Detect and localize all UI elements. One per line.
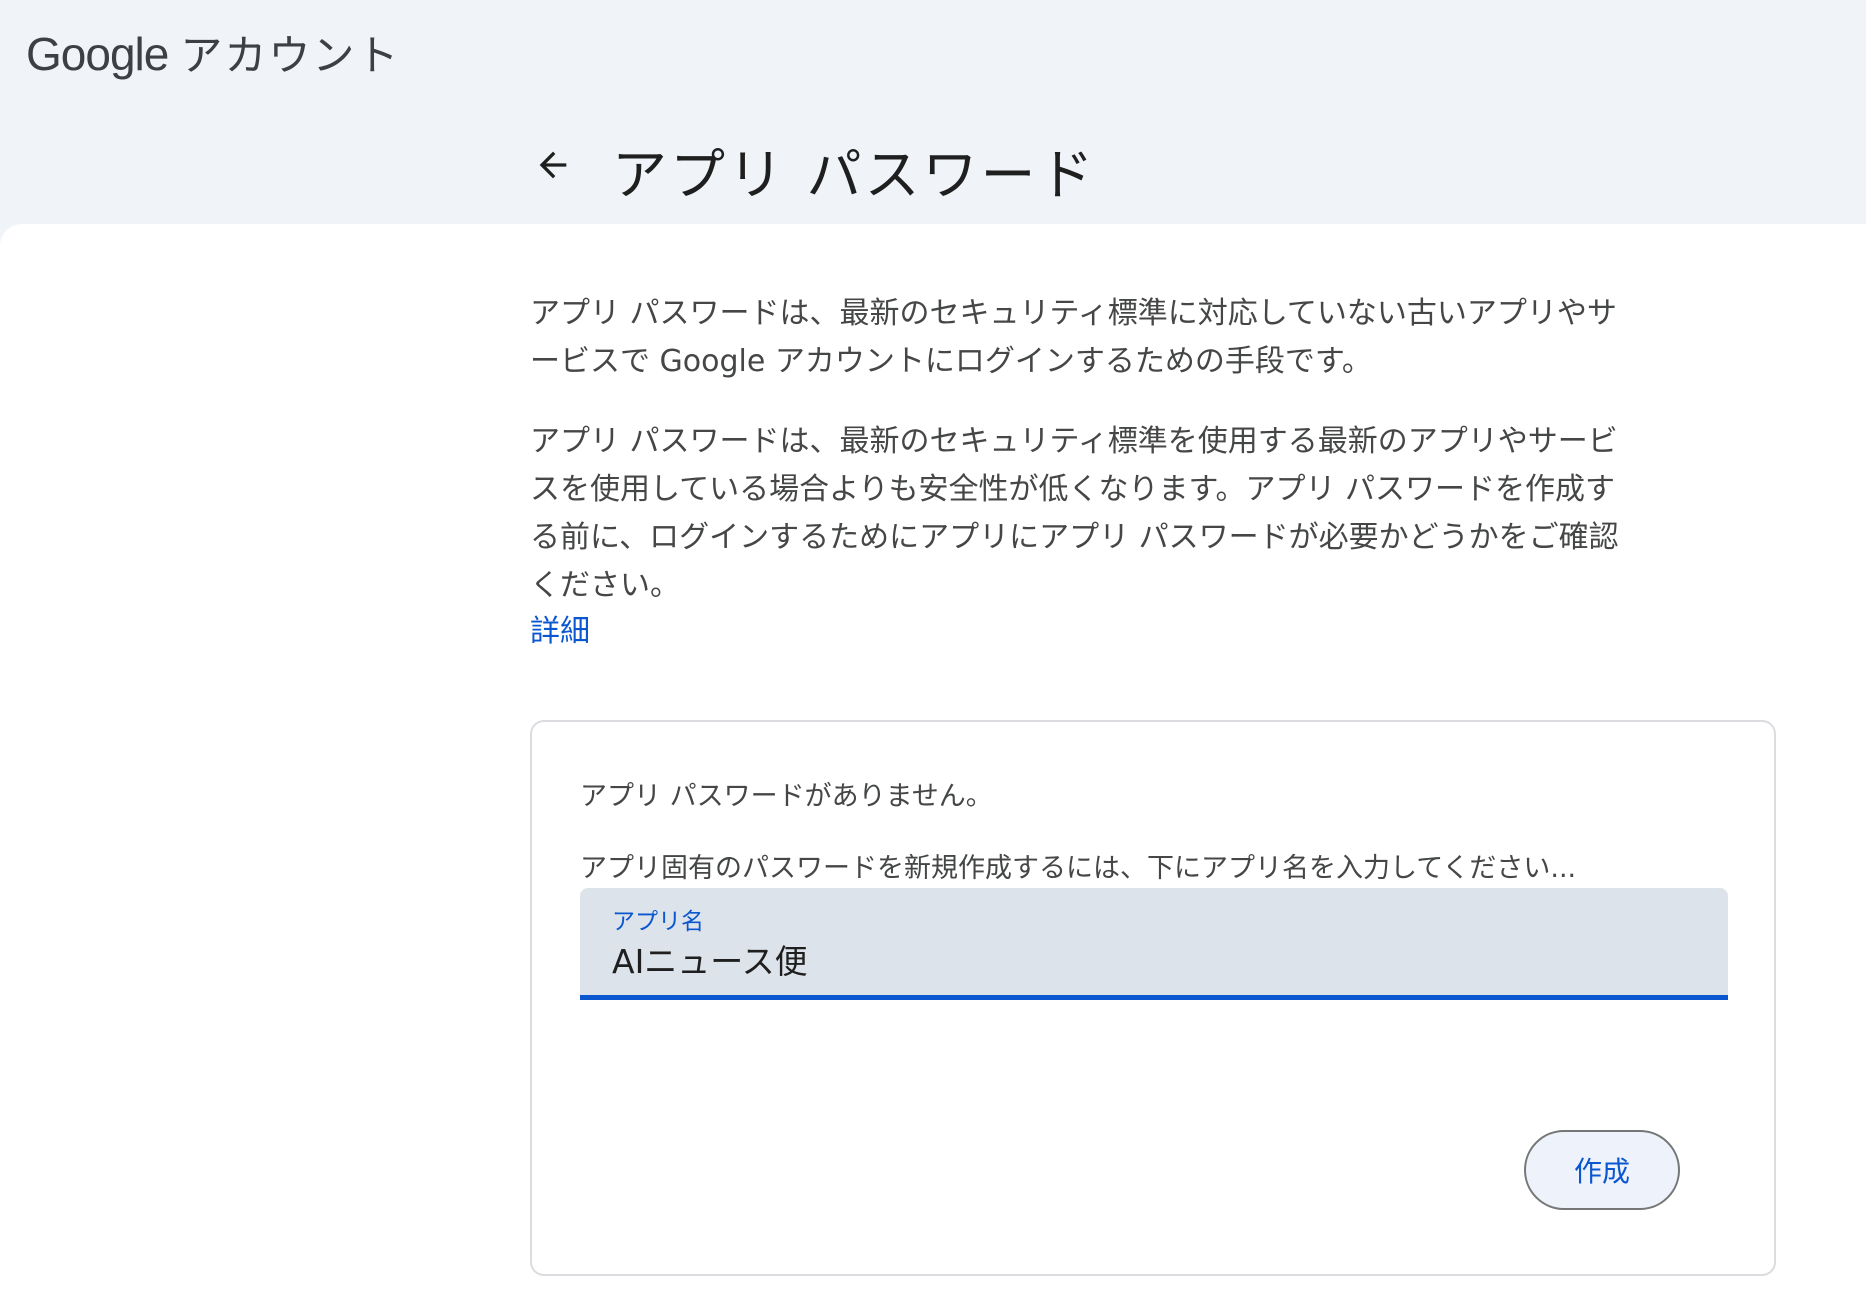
back-button[interactable] (530, 142, 576, 188)
page-title: アプリ パスワード (612, 143, 1097, 207)
app-password-card: アプリ パスワードがありません。 アプリ固有のパスワードを新規作成するには、下に… (530, 720, 1776, 1276)
arrow-back-icon (539, 151, 567, 179)
main-content: アプリ パスワードは、最新のセキュリティ標準に対応していない古いアプリやサービス… (0, 224, 1866, 1314)
brand-account: アカウント (180, 31, 401, 80)
details-link[interactable]: 詳細 (530, 608, 590, 656)
description-paragraph-2: アプリ パスワードは、最新のセキュリティ標準を使用する最新のアプリやサービスを使… (530, 424, 1619, 603)
header: Google アカウント アプリ パスワード (0, 0, 1866, 224)
no-passwords-message: アプリ パスワードがありません。 (580, 781, 993, 812)
app-name-field[interactable]: アプリ名 (580, 888, 1728, 1000)
description-paragraph-1: アプリ パスワードは、最新のセキュリティ標準に対応していない古いアプリやサービス… (530, 296, 1617, 379)
app-name-label: アプリ名 (612, 909, 704, 935)
google-account-logo[interactable]: Google アカウント (26, 22, 400, 83)
create-instruction: アプリ固有のパスワードを新規作成するには、下にアプリ名を入力してください... (580, 853, 1577, 884)
app-name-input[interactable] (612, 936, 1692, 982)
brand-google: Google (26, 28, 169, 80)
create-button[interactable]: 作成 (1524, 1130, 1680, 1210)
